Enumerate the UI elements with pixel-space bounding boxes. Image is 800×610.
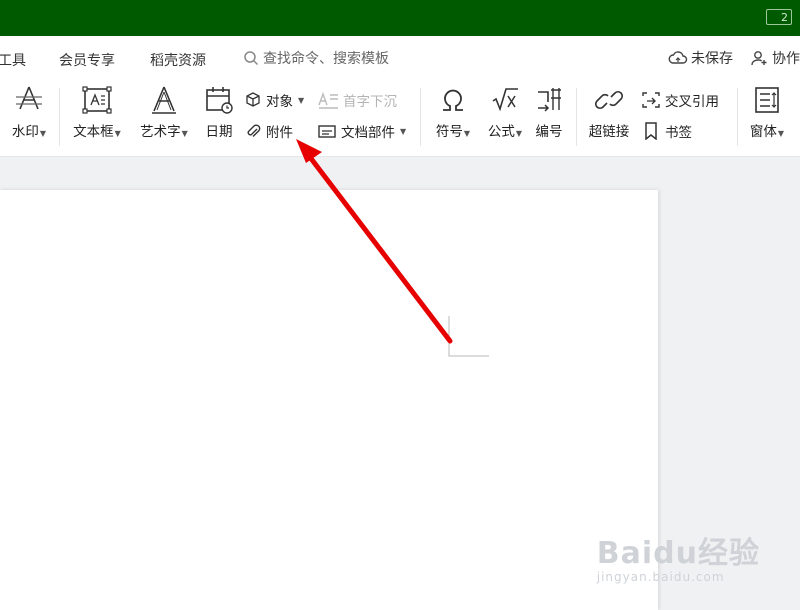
formula-label: 公式 xyxy=(487,124,515,140)
docparts-button[interactable]: 文档部件 ▼ xyxy=(317,121,406,141)
caret-icon: ▼ xyxy=(515,129,523,138)
wordart-icon xyxy=(152,86,176,114)
divider xyxy=(59,88,60,146)
textbox-button[interactable]: 文本框▼ xyxy=(68,84,126,140)
sqrt-icon xyxy=(492,88,518,112)
document-workspace: Baidu经验 jingyan.baidu.com xyxy=(0,157,800,610)
window-label: 窗体 xyxy=(749,124,777,140)
link-icon xyxy=(594,90,624,110)
bookmark-label: 书签 xyxy=(665,125,692,141)
window-button[interactable]: 窗体▼ xyxy=(745,84,789,140)
hyperlink-label: 超链接 xyxy=(588,124,630,140)
bookmark-icon xyxy=(645,122,657,140)
numbering-button[interactable]: 编号 xyxy=(531,84,567,140)
window-count-badge[interactable]: 2 xyxy=(766,9,792,25)
hyperlink-button[interactable]: 超链接 xyxy=(584,84,634,140)
collab-button[interactable]: 协作 xyxy=(751,48,800,68)
omega-icon xyxy=(443,89,463,111)
baidu-watermark: Baidu经验 jingyan.baidu.com xyxy=(597,528,760,584)
textbox-label: 文本框 xyxy=(73,124,114,140)
search-label: 查找命令、搜索模板 xyxy=(263,51,389,67)
object-label: 对象 xyxy=(266,94,293,110)
formula-button[interactable]: 公式▼ xyxy=(481,84,529,140)
numbering-icon xyxy=(538,88,561,112)
user-add-icon xyxy=(751,51,767,66)
docparts-label: 文档部件 xyxy=(341,125,395,141)
watermark-url: jingyan.baidu.com xyxy=(596,570,725,584)
paperclip-icon xyxy=(247,124,261,137)
divider xyxy=(420,88,421,146)
watermark-logo: Baidu经验 xyxy=(596,536,760,571)
symbol-label: 符号 xyxy=(435,124,463,140)
dropcap-button[interactable]: 首字下沉 xyxy=(317,90,397,110)
textbox-icon xyxy=(82,86,112,114)
title-bar: 2 xyxy=(0,0,800,36)
watermark-icon xyxy=(16,86,42,110)
dropcap-icon xyxy=(318,91,338,109)
divider xyxy=(576,88,577,146)
attachment-label: 附件 xyxy=(266,125,293,141)
menu-tools[interactable]: 工具 xyxy=(0,50,26,70)
wordart-button[interactable]: 艺术字▼ xyxy=(135,84,193,140)
search-icon xyxy=(244,51,259,66)
cloud-icon xyxy=(668,51,688,64)
attachment-button[interactable]: 附件 xyxy=(244,121,293,141)
crossref-button[interactable]: 交叉引用 xyxy=(641,90,719,110)
numbering-label: 编号 xyxy=(535,124,563,140)
ribbon-insert: 水印▼ 文本框▼ 艺术字▼ 日期 对象▼ 附件 首字下沉 文档部件▼ 符号▼ xyxy=(0,80,800,157)
caret-icon: ▼ xyxy=(181,129,188,138)
save-status[interactable]: 未保存 xyxy=(668,48,733,68)
symbol-button[interactable]: 符号▼ xyxy=(429,84,477,140)
command-search[interactable]: 查找命令、搜索模板 xyxy=(243,48,389,68)
dropcap-label: 首字下沉 xyxy=(343,94,397,110)
document-page[interactable] xyxy=(0,190,658,610)
menu-member[interactable]: 会员专享 xyxy=(59,50,115,70)
watermark-label: 水印 xyxy=(11,124,39,140)
caret-icon: ▼ xyxy=(777,129,785,138)
object-button[interactable]: 对象 ▼ xyxy=(244,90,304,110)
watermark-button[interactable]: 水印▼ xyxy=(7,84,51,140)
caret-icon: ▼ xyxy=(298,95,305,105)
cube-icon xyxy=(246,92,260,107)
caret-icon: ▼ xyxy=(463,129,471,138)
date-label: 日期 xyxy=(205,124,233,140)
docparts-icon xyxy=(318,125,336,138)
save-status-label: 未保存 xyxy=(691,51,733,67)
menu-bar: 工具 会员专享 稻壳资源 查找命令、搜索模板 未保存 协作 xyxy=(0,36,800,80)
menu-docer[interactable]: 稻壳资源 xyxy=(150,50,206,70)
date-button[interactable]: 日期 xyxy=(202,84,236,140)
divider xyxy=(737,88,738,146)
collab-label: 协作 xyxy=(772,51,800,67)
caret-icon: ▼ xyxy=(39,129,47,138)
form-icon xyxy=(755,87,779,113)
caret-icon: ▼ xyxy=(114,129,121,138)
text-cursor-corner xyxy=(448,316,489,357)
bookmark-button[interactable]: 书签 xyxy=(641,121,692,141)
crossref-icon xyxy=(642,92,660,108)
wordart-label: 艺术字 xyxy=(140,124,181,140)
calendar-icon xyxy=(206,87,233,114)
crossref-label: 交叉引用 xyxy=(665,94,719,110)
caret-icon: ▼ xyxy=(400,126,407,136)
